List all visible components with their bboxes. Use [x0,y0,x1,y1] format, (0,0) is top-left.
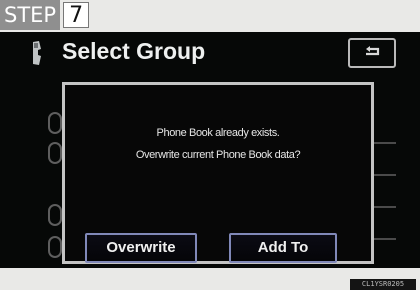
image-reference-code: CL1YSR0205 [350,279,416,290]
step-label: STEP [0,0,61,30]
overwrite-button[interactable]: Overwrite [85,233,197,263]
step-number: 7 [63,2,90,28]
step-badge: STEP 7 [0,0,90,30]
confirm-dialog: Phone Book already exists. Overwrite cur… [62,82,374,264]
list-item-icon [48,142,62,164]
return-arrow-icon [366,46,380,56]
list-item-icon [48,236,62,258]
list-item-icon [48,204,62,226]
add-to-button[interactable]: Add To [229,233,337,263]
dialog-message-line2: Overwrite current Phone Book data? [135,149,301,161]
page-title: Select Group [62,38,206,64]
back-button[interactable] [348,38,396,68]
phone-handset-icon [33,41,41,65]
list-item-icon [48,112,62,134]
dialog-message-line1: Phone Book already exists. [156,127,280,139]
navigation-screen: Select Group Phone Book already exists. … [0,32,420,268]
